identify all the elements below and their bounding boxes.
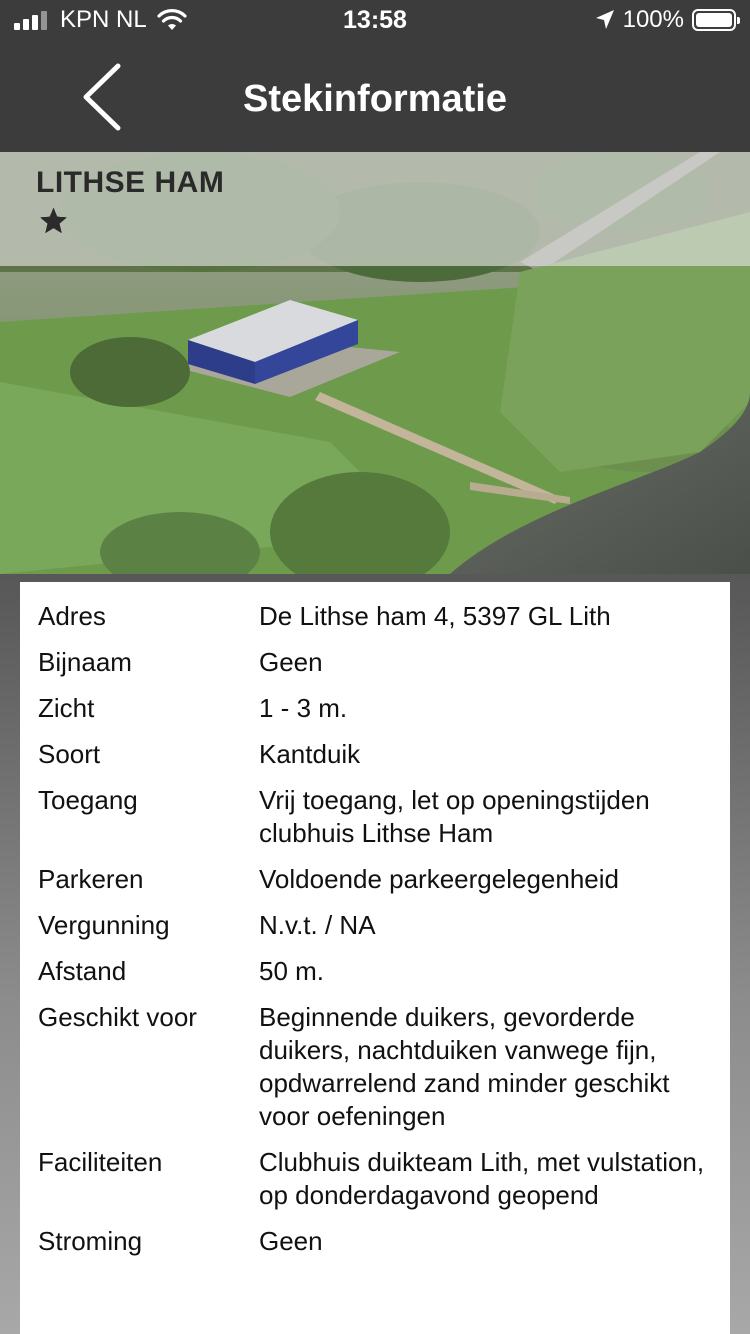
detail-value: Clubhuis duikteam Lith, met vulstation, …	[259, 1147, 705, 1210]
detail-label: Toegang	[38, 785, 138, 815]
battery-percentage: 100%	[622, 6, 684, 33]
detail-label: Geschikt voor	[38, 1002, 197, 1032]
detail-row: Geschikt voor Beginnende duikers, gevorde…	[20, 1001, 730, 1133]
location-arrow-icon	[595, 10, 614, 29]
detail-value: N.v.t. / NA	[259, 910, 376, 940]
page-title: Stekinformatie	[243, 78, 507, 120]
spot-name: LITHSE HAM	[36, 166, 225, 199]
spot-header-panel: LITHSE HAM	[0, 152, 750, 266]
detail-row: Zicht 1 - 3 m.	[20, 692, 730, 725]
detail-value: 1 - 3 m.	[259, 693, 348, 723]
detail-label: Parkeren	[38, 864, 144, 894]
detail-label: Soort	[38, 739, 101, 769]
detail-value: Voldoende parkeergelegenheid	[259, 864, 619, 894]
detail-row: Afstand 50 m.	[20, 955, 730, 988]
star-icon	[40, 207, 67, 233]
battery-icon	[692, 9, 740, 31]
detail-value: Geen	[259, 1226, 323, 1256]
status-bar: KPN NL 13:58 100%	[0, 0, 750, 42]
detail-label: Bijnaam	[38, 647, 132, 677]
detail-value: Kantduik	[259, 739, 361, 769]
detail-value: De Lithse ham 4, 5397 GL Lith	[259, 601, 611, 631]
spot-photo: LITHSE HAM	[0, 152, 750, 574]
detail-row: Soort Kantduik	[20, 738, 730, 771]
detail-value: Geen	[259, 647, 323, 677]
battery-fill	[696, 13, 732, 27]
detail-label: Zicht	[38, 693, 95, 723]
detail-row: Bijnaam Geen	[20, 646, 730, 679]
detail-row: Stroming Geen	[20, 1225, 730, 1258]
detail-label: Stroming	[38, 1226, 143, 1256]
detail-value: Beginnende duikers, gevorderde duikers, …	[259, 1002, 670, 1131]
detail-row: Toegang Vrij toegang, let op openingstijd…	[20, 784, 730, 850]
detail-value: Vrij toegang, let op openingstijden club…	[259, 785, 650, 848]
detail-label: Afstand	[38, 956, 127, 986]
detail-row: Faciliteiten Clubhuis duikteam Lith, met …	[20, 1146, 730, 1212]
details-list: Adres De Lithse ham 4, 5397 GL Lith Bijnaa…	[20, 582, 730, 1258]
status-right: 100%	[595, 6, 740, 34]
detail-label: Vergunning	[38, 910, 170, 940]
detail-row: Parkeren Voldoende parkeergelegenheid	[20, 863, 730, 896]
detail-label: Faciliteiten	[38, 1147, 163, 1177]
navigation-bar: Stekinformatie	[0, 42, 750, 152]
spot-details-card: Adres De Lithse ham 4, 5397 GL Lith Bijnaa…	[20, 582, 730, 1334]
battery-tip	[737, 17, 740, 24]
detail-row: Vergunning N.v.t. / NA	[20, 909, 730, 942]
detail-value: 50 m.	[259, 956, 325, 986]
detail-row: Adres De Lithse ham 4, 5397 GL Lith	[20, 600, 730, 633]
detail-label: Adres	[38, 601, 106, 631]
